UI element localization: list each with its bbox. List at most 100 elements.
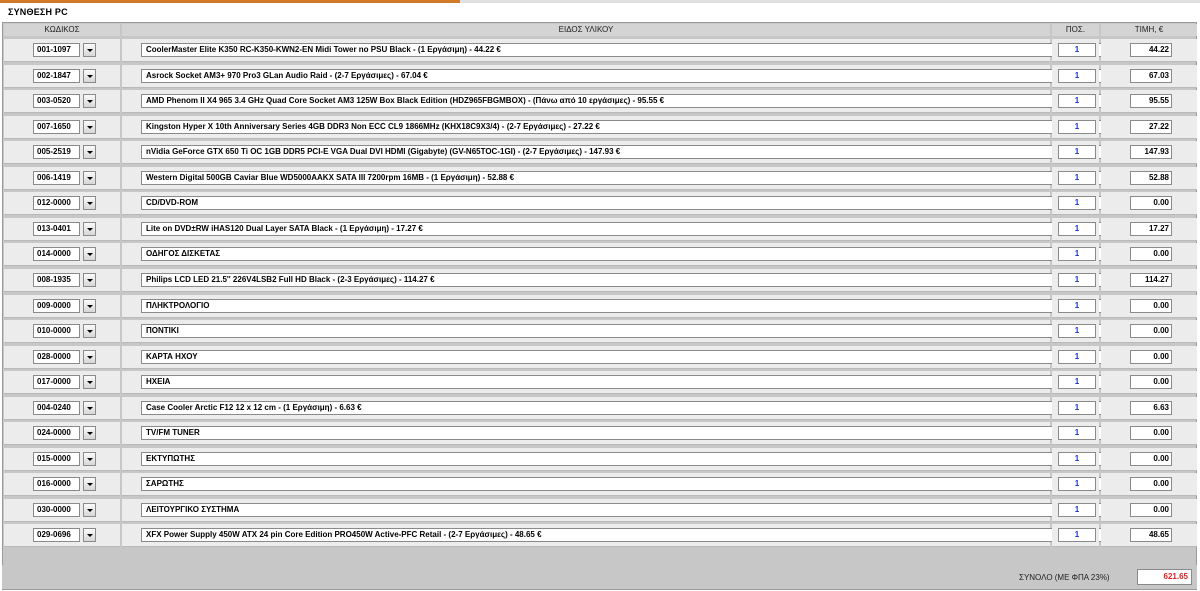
code-cell: 003-0520	[4, 90, 120, 113]
chevron-down-icon[interactable]	[83, 69, 96, 83]
chevron-down-icon[interactable]	[83, 299, 96, 313]
item-select[interactable]: Western Digital 500GB Caviar Blue WD5000…	[141, 171, 1125, 185]
price-cell: 147.93	[1101, 141, 1197, 164]
chevron-down-icon[interactable]	[83, 350, 96, 364]
chevron-down-icon[interactable]	[83, 426, 96, 440]
code-select[interactable]: 024-0000	[33, 426, 80, 440]
code-select[interactable]: 003-0520	[33, 94, 80, 108]
price-field: 114.27	[1130, 273, 1172, 287]
price-field: 0.00	[1130, 452, 1172, 466]
item-select[interactable]: ΕΚΤΥΠΩΤΗΣ	[141, 452, 1125, 466]
price-cell: 0.00	[1101, 499, 1197, 522]
quantity-input[interactable]: 1	[1058, 247, 1096, 261]
code-select[interactable]: 010-0000	[33, 324, 80, 338]
quantity-input[interactable]: 1	[1058, 503, 1096, 517]
item-select[interactable]: ΚΑΡΤΑ ΗΧΟΥ	[141, 350, 1125, 364]
qty-cell: 1	[1052, 90, 1099, 113]
code-select[interactable]: 008-1935	[33, 273, 80, 287]
item-select[interactable]: ΗΧΕΙΑ	[141, 375, 1125, 389]
table-row: 014-0000 ΟΔΗΓΟΣ ΔΙΣΚΕΤΑΣi1 0.00	[2, 243, 1197, 267]
quantity-input[interactable]: 1	[1058, 196, 1096, 210]
qty-cell: 1	[1052, 346, 1099, 369]
code-cell: 012-0000	[4, 192, 120, 215]
chevron-down-icon[interactable]	[83, 452, 96, 466]
code-select[interactable]: 029-0696	[33, 528, 80, 542]
item-select[interactable]: CD/DVD-ROM	[141, 196, 1125, 210]
chevron-down-icon[interactable]	[83, 43, 96, 57]
code-select[interactable]: 001-1097	[33, 43, 80, 57]
code-select[interactable]: 005-2519	[33, 145, 80, 159]
code-cell: 009-0000	[4, 295, 120, 318]
item-select[interactable]: ΣΑΡΩΤΗΣ	[141, 477, 1125, 491]
quantity-input[interactable]: 1	[1058, 69, 1096, 83]
price-field: 0.00	[1130, 503, 1172, 517]
chevron-down-icon[interactable]	[83, 324, 96, 338]
code-select[interactable]: 015-0000	[33, 452, 80, 466]
chevron-down-icon[interactable]	[83, 145, 96, 159]
quantity-input[interactable]: 1	[1058, 222, 1096, 236]
quantity-input[interactable]: 1	[1058, 477, 1096, 491]
code-select[interactable]: 012-0000	[33, 196, 80, 210]
quantity-input[interactable]: 1	[1058, 375, 1096, 389]
price-cell: 27.22	[1101, 116, 1197, 139]
chevron-down-icon[interactable]	[83, 247, 96, 261]
chevron-down-icon[interactable]	[83, 375, 96, 389]
price-cell: 67.03	[1101, 65, 1197, 88]
quantity-input[interactable]: 1	[1058, 94, 1096, 108]
quantity-input[interactable]: 1	[1058, 401, 1096, 415]
qty-cell: 1	[1052, 39, 1099, 62]
item-select[interactable]: ΛΕΙΤΟΥΡΓΙΚΟ ΣΥΣΤΗΜΑ	[141, 503, 1125, 517]
table-row: 008-1935 Philips LCD LED 21.5'' 226V4LSB2…	[2, 269, 1197, 293]
item-select[interactable]: ΟΔΗΓΟΣ ΔΙΣΚΕΤΑΣ	[141, 247, 1125, 261]
item-select[interactable]: nVidia GeForce GTX 650 Ti OC 1GB DDR5 PC…	[141, 145, 1125, 159]
chevron-down-icon[interactable]	[83, 94, 96, 108]
code-select[interactable]: 007-1650	[33, 120, 80, 134]
code-select[interactable]: 006-1419	[33, 171, 80, 185]
item-select[interactable]: XFX Power Supply 450W ATX 24 pin Core Ed…	[141, 528, 1125, 542]
item-select[interactable]: Asrock Socket AM3+ 970 Pro3 GLan Audio R…	[141, 69, 1125, 83]
qty-cell: 1	[1052, 371, 1099, 394]
code-select[interactable]: 004-0240	[33, 401, 80, 415]
quantity-input[interactable]: 1	[1058, 452, 1096, 466]
item-select[interactable]: Kingston Hyper X 10th Anniversary Series…	[141, 120, 1125, 134]
price-field: 67.03	[1130, 69, 1172, 83]
code-select[interactable]: 002-1847	[33, 69, 80, 83]
chevron-down-icon[interactable]	[83, 120, 96, 134]
chevron-down-icon[interactable]	[83, 222, 96, 236]
item-select[interactable]: Philips LCD LED 21.5'' 226V4LSB2 Full HD…	[141, 273, 1125, 287]
item-select[interactable]: ΠΟΝΤΙΚΙ	[141, 324, 1125, 338]
header-code: ΚΩΔΙΚΟΣ	[4, 24, 120, 36]
code-select[interactable]: 014-0000	[33, 247, 80, 261]
quantity-input[interactable]: 1	[1058, 43, 1096, 57]
code-cell: 010-0000	[4, 320, 120, 343]
code-select[interactable]: 013-0401	[33, 222, 80, 236]
item-select[interactable]: TV/FM TUNER	[141, 426, 1125, 440]
chevron-down-icon[interactable]	[83, 528, 96, 542]
item-select[interactable]: Case Cooler Arctic F12 12 x 12 cm - (1 Ε…	[141, 401, 1125, 415]
quantity-input[interactable]: 1	[1058, 324, 1096, 338]
item-select[interactable]: AMD Phenom II X4 965 3.4 GHz Quad Core S…	[141, 94, 1125, 108]
quantity-input[interactable]: 1	[1058, 120, 1096, 134]
chevron-down-icon[interactable]	[83, 401, 96, 415]
chevron-down-icon[interactable]	[83, 503, 96, 517]
quantity-input[interactable]: 1	[1058, 273, 1096, 287]
chevron-down-icon[interactable]	[83, 196, 96, 210]
code-select[interactable]: 028-0000	[33, 350, 80, 364]
quantity-input[interactable]: 1	[1058, 350, 1096, 364]
item-select[interactable]: ΠΛΗΚΤΡΟΛΟΓΙΟ	[141, 299, 1125, 313]
chevron-down-icon[interactable]	[83, 171, 96, 185]
quantity-input[interactable]: 1	[1058, 426, 1096, 440]
qty-cell: 1	[1052, 422, 1099, 445]
code-select[interactable]: 016-0000	[33, 477, 80, 491]
code-select[interactable]: 009-0000	[33, 299, 80, 313]
code-select[interactable]: 017-0000	[33, 375, 80, 389]
quantity-input[interactable]: 1	[1058, 171, 1096, 185]
code-select[interactable]: 030-0000	[33, 503, 80, 517]
chevron-down-icon[interactable]	[83, 273, 96, 287]
chevron-down-icon[interactable]	[83, 477, 96, 491]
quantity-input[interactable]: 1	[1058, 145, 1096, 159]
item-select[interactable]: CoolerMaster Elite K350 RC-K350-KWN2-EN …	[141, 43, 1125, 57]
item-select[interactable]: Lite on DVD±RW iHAS120 Dual Layer SATA B…	[141, 222, 1125, 236]
quantity-input[interactable]: 1	[1058, 528, 1096, 542]
quantity-input[interactable]: 1	[1058, 299, 1096, 313]
